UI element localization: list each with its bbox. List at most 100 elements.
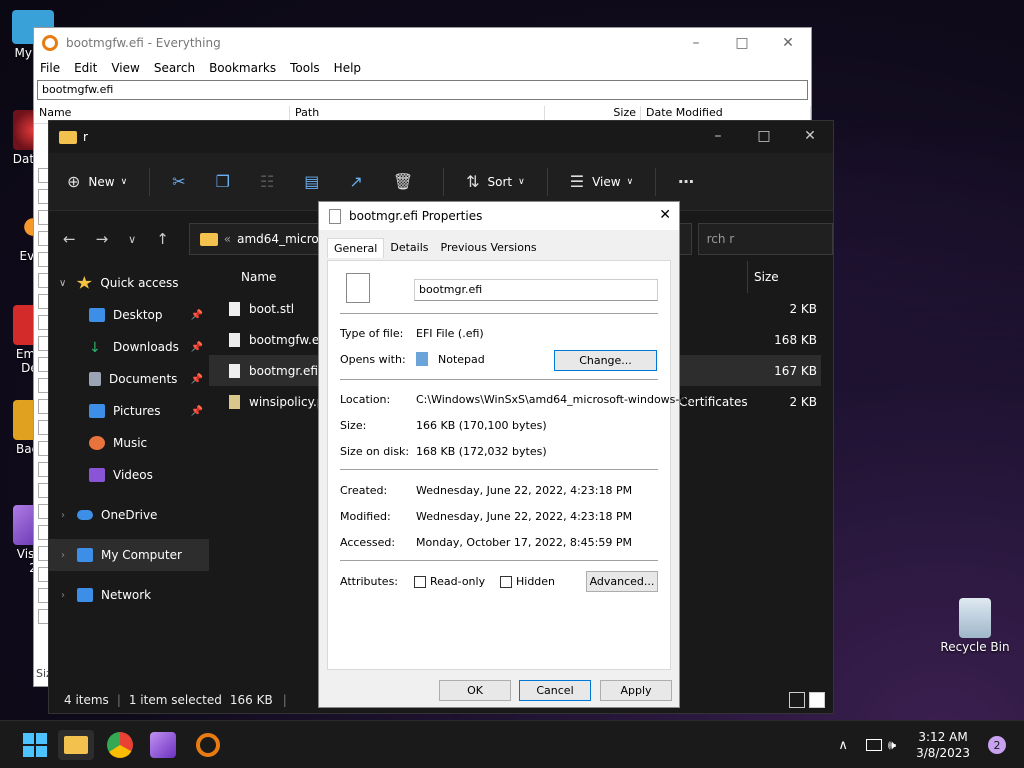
modified-value: Wednesday, June 22, 2022, 4:23:18 PM	[416, 510, 633, 523]
apply-button[interactable]: Apply	[600, 680, 672, 701]
back-arrow-icon[interactable]: ←	[63, 230, 76, 248]
menu-edit[interactable]: Edit	[74, 61, 97, 75]
advanced-button[interactable]: Advanced...	[586, 571, 658, 592]
nav-pictures[interactable]: Pictures 📌	[49, 395, 209, 427]
copy-button[interactable]: ❐	[216, 172, 238, 191]
chevron-down-icon: ∨	[626, 176, 634, 187]
menu-bookmarks[interactable]: Bookmarks	[209, 61, 276, 75]
checkbox-icon	[414, 576, 426, 588]
chrome-icon[interactable]	[107, 732, 133, 758]
toolbar-divider	[443, 167, 445, 196]
nav-music[interactable]: Music	[49, 427, 209, 459]
recycle-bin-icon	[959, 598, 991, 638]
share-button[interactable]: ↗	[349, 172, 370, 191]
tab-previous-versions[interactable]: Previous Versions	[435, 238, 543, 258]
menu-help[interactable]: Help	[334, 61, 361, 75]
chevron-up-icon[interactable]: ∧	[838, 738, 848, 753]
tab-details[interactable]: Details	[384, 238, 434, 258]
music-icon	[89, 436, 105, 450]
pin-icon[interactable]: 📌	[191, 342, 203, 353]
nav-downloads[interactable]: ↓ Downloads 📌	[49, 331, 209, 363]
readonly-checkbox[interactable]: Read-only	[414, 575, 485, 588]
notification-badge[interactable]: 2	[988, 736, 1006, 754]
chevron-right-icon: ›	[61, 509, 65, 521]
clock[interactable]: 3:12 AM 3/8/2023	[916, 729, 970, 761]
menu-view[interactable]: View	[111, 61, 139, 75]
visual-studio-icon[interactable]	[150, 732, 176, 758]
properties-titlebar: bootmgr.efi Properties ✕	[319, 202, 679, 230]
windows-logo-icon	[23, 733, 47, 757]
created-value: Wednesday, June 22, 2022, 4:23:18 PM	[416, 484, 633, 497]
location-label: Location:	[340, 393, 391, 406]
minimize-icon[interactable]: –	[695, 121, 741, 151]
rename-button[interactable]: ▤	[304, 172, 327, 191]
chevron-right-icon: ›	[61, 589, 65, 601]
desktop-icon-recycle-bin[interactable]: Recycle Bin	[938, 598, 1012, 654]
menu-tools[interactable]: Tools	[290, 61, 320, 75]
taskbar-file-explorer[interactable]	[58, 730, 94, 760]
start-button[interactable]	[20, 730, 50, 760]
paste-icon: ☷	[259, 172, 275, 191]
nav-desktop[interactable]: Desktop 📌	[49, 299, 209, 331]
column-name[interactable]: Name	[241, 270, 276, 284]
nav-documents[interactable]: Documents 📌	[49, 363, 209, 395]
nav-videos[interactable]: Videos	[49, 459, 209, 491]
accessed-label: Accessed:	[340, 536, 396, 549]
sort-icon: ⇅	[466, 172, 480, 191]
minimize-icon[interactable]: –	[673, 28, 719, 58]
computer-icon	[77, 548, 93, 562]
properties-tabs: General Details Previous Versions	[327, 238, 679, 258]
details-view-icon[interactable]	[789, 692, 805, 708]
nav-quick-access[interactable]: ∨ Quick access	[49, 267, 209, 299]
address-overflow: «	[223, 232, 232, 246]
nav-onedrive[interactable]: › OneDrive	[49, 499, 209, 531]
maximize-icon[interactable]: □	[741, 121, 787, 151]
documents-icon	[89, 372, 101, 386]
tiles-view-icon[interactable]	[809, 692, 825, 708]
clock-date: 3/8/2023	[916, 746, 970, 760]
sort-button[interactable]: ⇅ Sort ∨	[466, 172, 525, 191]
delete-button[interactable]: 🗑	[393, 172, 421, 191]
type-label: Type of file:	[340, 327, 404, 340]
everything-icon[interactable]	[196, 733, 220, 757]
paste-button[interactable]: ☷	[260, 172, 282, 191]
properties-dialog[interactable]: bootmgr.efi Properties ✕ General Details…	[318, 201, 697, 708]
nav-my-computer[interactable]: › My Computer	[49, 539, 209, 571]
forward-arrow-icon[interactable]: →	[96, 230, 109, 248]
menu-file[interactable]: File	[40, 61, 60, 75]
close-icon[interactable]: ✕	[787, 121, 833, 151]
size-label: Size:	[340, 419, 367, 432]
everything-search-input[interactable]: bootmgfw.efi	[37, 80, 808, 100]
file-icon	[229, 363, 240, 378]
everything-app-icon	[42, 35, 58, 51]
tab-general[interactable]: General	[327, 238, 385, 258]
type-value: EFI File (.efi)	[416, 327, 484, 340]
volume-icon[interactable]: 🕪	[888, 738, 896, 753]
menu-search[interactable]: Search	[154, 61, 195, 75]
scissors-icon: ✂	[172, 172, 186, 191]
more-options-button[interactable]: ⋯	[678, 172, 702, 191]
ok-button[interactable]: OK	[439, 680, 511, 701]
change-button[interactable]: Change...	[554, 350, 657, 371]
cut-button[interactable]: ✂	[172, 172, 193, 191]
explorer-title: r	[83, 130, 88, 144]
view-button[interactable]: ☰ View ∨	[570, 172, 633, 191]
cancel-button[interactable]: Cancel	[519, 680, 591, 701]
pin-icon[interactable]: 📌	[191, 310, 203, 321]
pin-icon[interactable]: 📌	[191, 406, 203, 417]
close-icon[interactable]: ✕	[765, 28, 811, 58]
up-arrow-icon[interactable]: ↑	[156, 230, 169, 248]
taskbar: ∧ 🕪 3:12 AM 3/8/2023 2	[0, 720, 1024, 768]
close-icon[interactable]: ✕	[659, 207, 671, 223]
network-icon[interactable]	[865, 739, 882, 751]
new-button[interactable]: ⊕ New ∨	[67, 172, 127, 191]
recent-chevron-icon[interactable]: ∨	[128, 233, 136, 246]
maximize-icon[interactable]: □	[719, 28, 765, 58]
column-size[interactable]: Size	[747, 261, 825, 293]
pin-icon[interactable]: 📌	[191, 374, 203, 385]
nav-network[interactable]: › Network	[49, 579, 209, 611]
notepad-icon	[416, 352, 428, 366]
search-input[interactable]: rch r	[697, 223, 833, 255]
filename-input[interactable]: bootmgr.efi	[414, 279, 658, 301]
hidden-checkbox[interactable]: Hidden	[500, 575, 555, 588]
